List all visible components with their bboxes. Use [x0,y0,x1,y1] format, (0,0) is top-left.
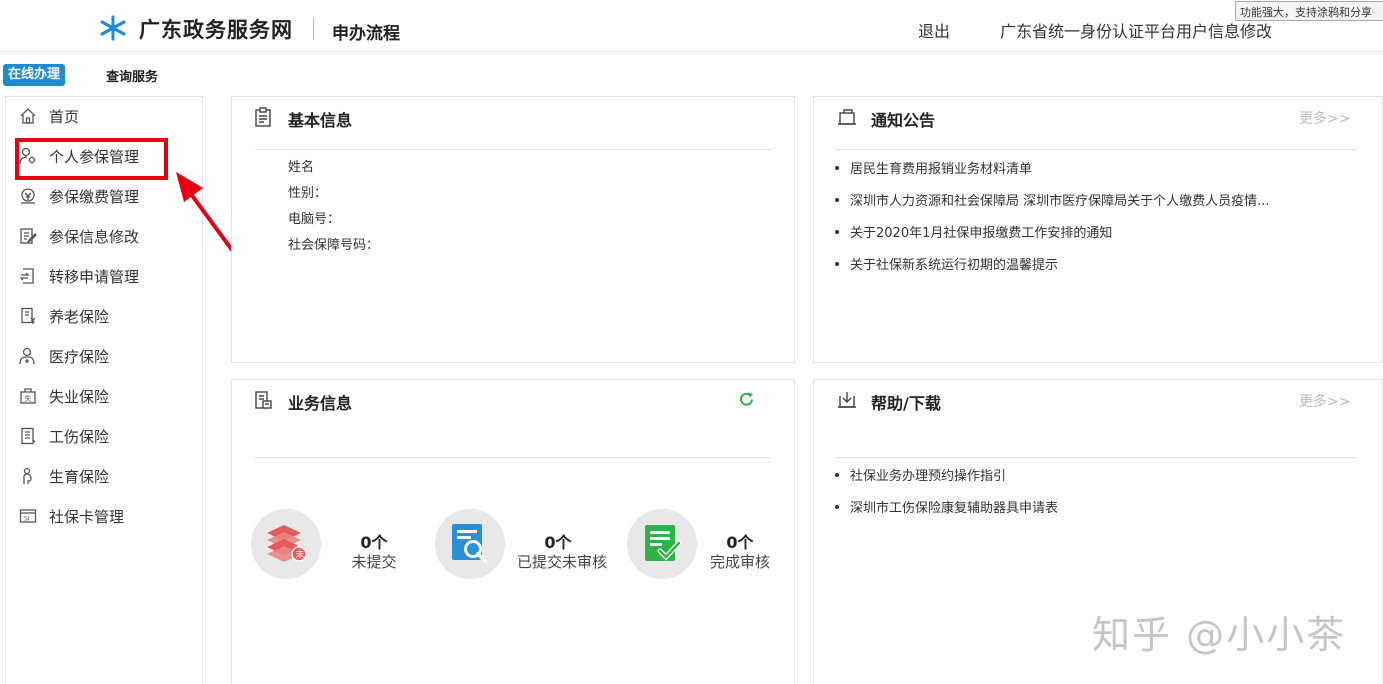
home-icon [18,106,38,126]
card-icon: SI [18,506,38,526]
unemployment-icon: 失 [18,386,38,406]
sidebar-item-info-edit[interactable]: 参保信息修改 [18,224,139,248]
download-icon [838,392,856,408]
unsubmitted-stack-icon: 未 [267,525,307,562]
unsubmitted-label: 未提交 [351,553,397,571]
payment-icon [18,186,38,206]
search-document-icon [452,524,487,563]
sidebar-item-maternity[interactable]: 生育保险 [18,464,109,488]
help-item-text: 深圳市工伤保险康复辅助器具申请表 [850,501,1059,516]
sidebar-item-label: 失业保险 [49,387,110,406]
basic-info-panel [231,96,795,363]
sidebar-item-label: 生育保险 [49,467,110,486]
sidebar-item-label: 养老保险 [49,307,110,326]
transfer-icon [18,266,38,286]
bullet [835,261,839,266]
refresh-icon[interactable] [738,391,755,408]
svg-text:未: 未 [296,549,305,561]
notice-list-item[interactable]: 关于2020年1月社保申报缴费工作安排的通知 [835,222,1112,241]
watermark-text: 知乎 @小小茶 [1092,613,1347,657]
clipboard-icon [255,107,271,127]
info-computer-no-label: 电脑号： [288,212,341,227]
help-item-text: 社保业务办理预约操作指引 [850,469,1007,484]
sidebar-item-home[interactable]: 首页 [18,104,79,128]
sidebar-item-transfer[interactable]: 转移申请管理 [18,264,139,288]
sidebar-item-label: 医疗保险 [49,347,110,366]
site-logo-icon [100,15,126,41]
sidebar-item-label: 参保缴费管理 [49,187,140,206]
approved-label: 完成审核 [709,553,770,571]
site-title: 广东政务服务网 [139,18,293,42]
divider [255,149,771,150]
sidebar-item-label: 转移申请管理 [49,267,140,286]
medical-person-icon [18,346,38,366]
notice-list-item[interactable]: 关于社保新系统运行初期的温馨提示 [835,254,1058,273]
help-more-link[interactable]: 更多>> [1299,391,1350,411]
unsubmitted-stat-circle[interactable]: 未 [251,509,321,579]
divider [836,457,1356,458]
business-info-title: 业务信息 [288,394,353,413]
pension-icon [18,306,38,326]
svg-text:失: 失 [25,394,32,403]
highlight-annotation-box [15,138,168,180]
page-subtitle: 申办流程 [332,24,400,44]
sidebar-item-injury[interactable]: 工伤保险 [18,424,109,448]
divider [836,149,1356,150]
title-divider [313,18,314,40]
help-title: 帮助/下载 [871,394,941,413]
business-document-icon [255,391,272,409]
toolbar-tooltip: 功能强大，支持涂鸦和分享 [1235,1,1383,21]
injury-document-icon [18,426,38,446]
approved-document-icon [645,525,682,561]
edit-document-icon [18,226,38,246]
divider [255,457,771,458]
announcement-icon [838,109,856,125]
notice-item-text: 关于2020年1月社保申报缴费工作安排的通知 [850,226,1113,241]
maternity-icon [18,466,38,486]
bullet [835,165,839,170]
unsubmitted-count: 0个 [360,533,388,552]
svg-text:SI: SI [24,516,30,523]
sidebar-item-payment[interactable]: 参保缴费管理 [18,184,139,208]
bullet [835,229,839,234]
notice-list-item[interactable]: 深圳市人力资源和社会保障局 深圳市医疗保障局关于个人缴费人员疫情... [835,190,1270,209]
notice-title: 通知公告 [871,111,936,130]
notice-more-link[interactable]: 更多>> [1299,108,1350,128]
approved-count: 0个 [726,533,754,552]
notice-list-item[interactable]: 居民生育费用报销业务材料清单 [835,158,1032,177]
basic-info-title: 基本信息 [288,111,353,130]
info-name-label: 姓名 [288,160,315,175]
logout-link[interactable]: 退出 [918,18,950,42]
sidebar-item-label: 首页 [49,107,80,126]
tab-online-service[interactable]: 在线办理 [3,64,66,86]
approved-stat-circle[interactable] [627,509,697,579]
bullet [835,197,839,202]
sidebar-item-label: 参保信息修改 [49,227,140,246]
tab-query-service[interactable]: 查询服务 [106,66,158,85]
notice-item-text: 居民生育费用报销业务材料清单 [850,162,1033,177]
bullet [835,472,839,477]
sidebar-item-label: 工伤保险 [49,427,110,446]
profile-edit-link[interactable]: 广东省统一身份认证平台用户信息修改 [1000,18,1272,42]
header-bar: 广东政务服务网 申办流程 退出 广东省统一身份认证平台用户信息修改 [0,0,1383,52]
sidebar-item-unemployment[interactable]: 失 失业保险 [18,384,109,408]
sidebar-item-pension[interactable]: 养老保险 [18,304,109,328]
help-list-item[interactable]: 深圳市工伤保险康复辅助器具申请表 [835,497,1058,516]
help-list-item[interactable]: 社保业务办理预约操作指引 [835,465,1006,484]
bullet [835,504,839,509]
pending-review-stat-circle[interactable] [435,509,505,579]
pending-review-label: 已提交未审核 [516,553,607,571]
pending-review-count: 0个 [544,533,572,552]
sidebar-item-medical[interactable]: 医疗保险 [18,344,109,368]
notice-item-text: 关于社保新系统运行初期的温馨提示 [850,258,1059,273]
sidebar-item-card[interactable]: SI 社保卡管理 [18,504,124,528]
notice-item-text: 深圳市人力资源和社会保障局 深圳市医疗保障局关于个人缴费人员疫情... [850,194,1270,209]
sidebar-item-label: 社保卡管理 [49,507,125,526]
info-gender-label: 性别： [288,186,328,201]
info-social-security-no-label: 社会保障号码： [288,238,380,253]
